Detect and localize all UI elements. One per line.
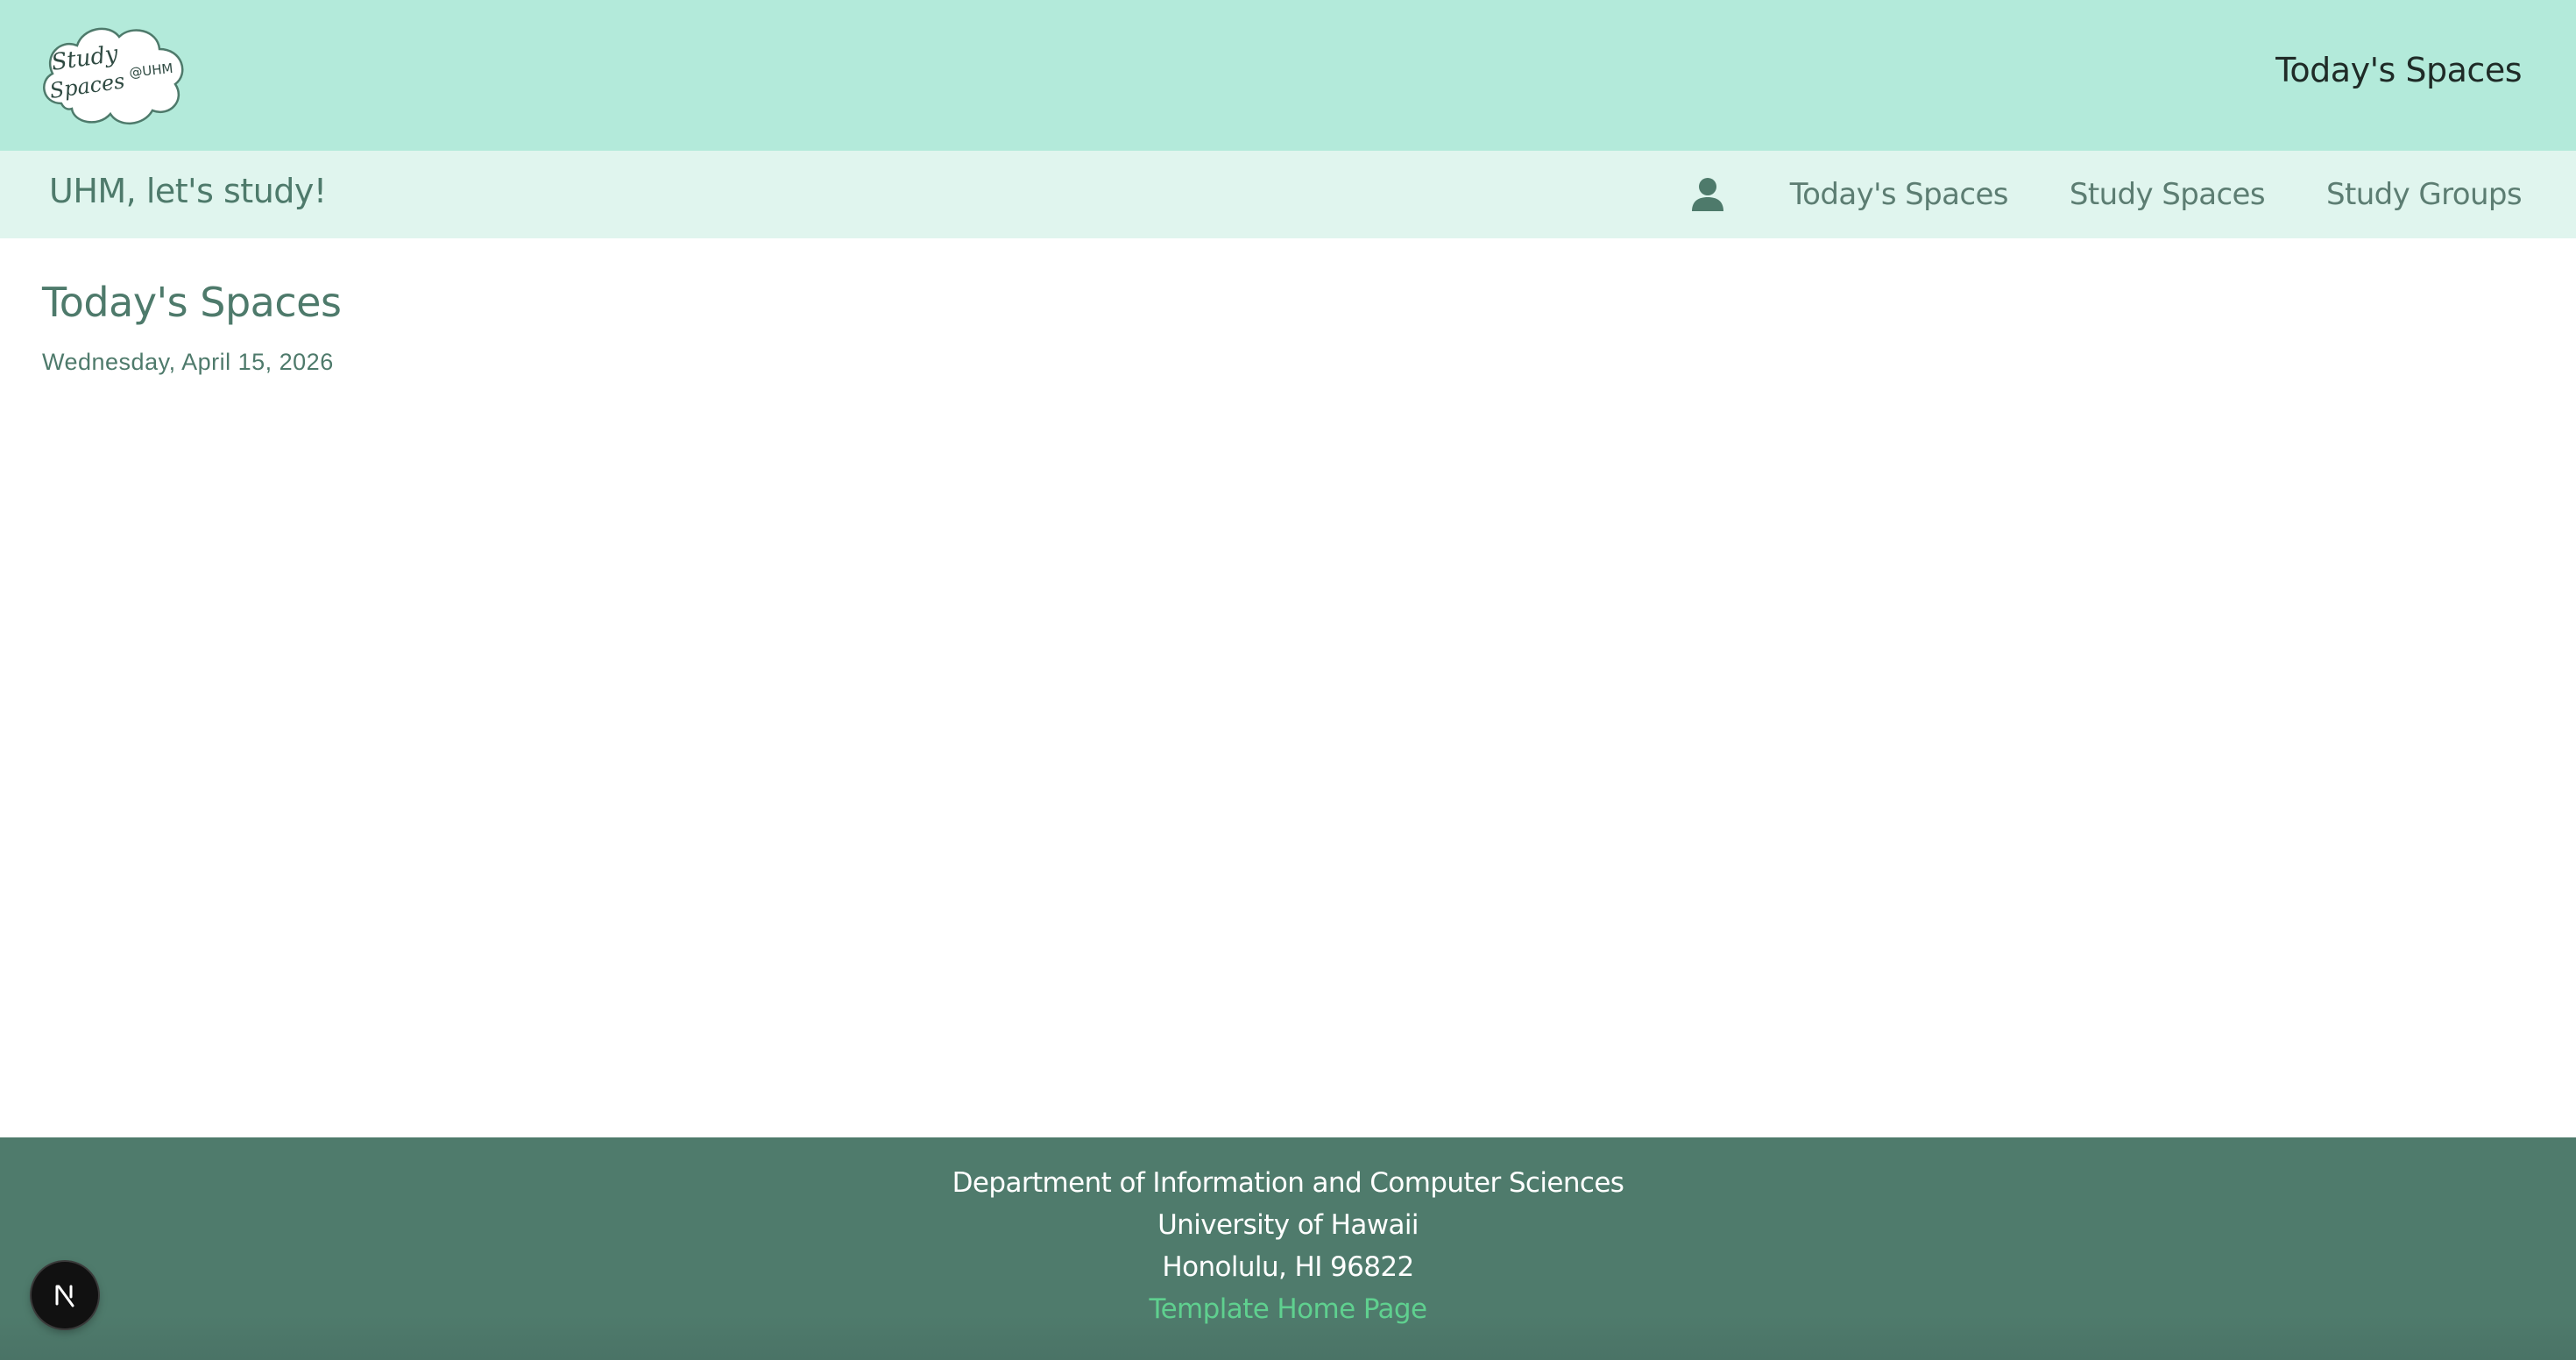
footer-department: Department of Information and Computer S… [952, 1167, 1624, 1199]
nav-link-study-groups[interactable]: Study Groups [2326, 177, 2523, 212]
study-spaces-logo[interactable]: Study Spaces @UHM [35, 19, 191, 130]
nextjs-n-icon [55, 1285, 74, 1307]
cloud-logo-icon: Study Spaces @UHM [43, 27, 184, 125]
page-heading: Today's Spaces [42, 279, 342, 326]
nav-link-todays-spaces[interactable]: Today's Spaces [1790, 177, 2009, 212]
main-navbar: UHM, let's study! Today's Spaces Study S… [0, 151, 2576, 238]
user-icon[interactable] [1690, 176, 1725, 213]
top-banner: Study Spaces @UHM Today's Spaces [0, 0, 2576, 151]
footer-university: University of Hawaii [1157, 1209, 1419, 1241]
footer: Department of Information and Computer S… [0, 1137, 2576, 1360]
footer-address: Honolulu, HI 96822 [1162, 1251, 1414, 1283]
nextjs-dev-badge[interactable] [32, 1262, 98, 1328]
banner-page-title: Today's Spaces [2275, 51, 2522, 89]
nav-link-study-spaces[interactable]: Study Spaces [2070, 177, 2266, 212]
page-date: Wednesday, April 15, 2026 [42, 349, 334, 375]
footer-template-link[interactable]: Template Home Page [0, 1293, 2576, 1325]
nav-links: Today's Spaces Study Spaces Study Groups [1690, 151, 2523, 238]
brand-tagline[interactable]: UHM, let's study! [49, 172, 327, 210]
